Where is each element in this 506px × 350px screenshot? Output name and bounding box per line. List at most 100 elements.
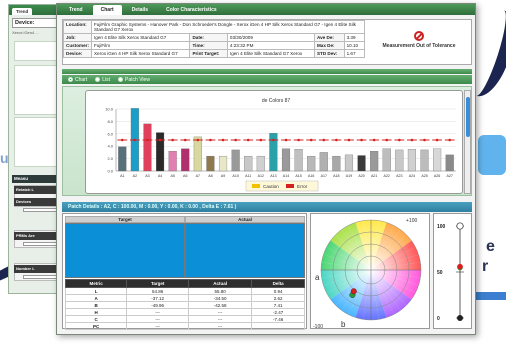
- x-tick-label: A3: [145, 174, 149, 178]
- bar: [433, 148, 442, 172]
- table-cell: -34.50: [188, 294, 253, 302]
- tolerance-marker-dot: [448, 138, 452, 142]
- bar: [168, 151, 177, 172]
- prohibited-icon: [414, 31, 424, 41]
- tab-trend[interactable]: Trend: [61, 5, 91, 15]
- legend-swatch: [252, 184, 260, 188]
- lightness-tick-label: 100: [437, 224, 446, 230]
- table-cell: [251, 322, 305, 330]
- scrollbar-thumb[interactable]: [466, 97, 470, 137]
- ave-de-label: Ave De:: [313, 33, 345, 42]
- tolerance-marker-dot: [246, 138, 250, 142]
- x-tick-label: A21: [371, 174, 377, 178]
- view-label: List: [102, 76, 111, 83]
- tab-trend-back[interactable]: Trend: [12, 8, 33, 15]
- tolerance-marker-dot: [297, 138, 300, 142]
- bar: [294, 149, 303, 172]
- time-value: 4:23:32 PM: [226, 41, 315, 50]
- bar: [281, 148, 291, 172]
- tolerance-marker-dot: [322, 138, 326, 142]
- actual-header: Actual: [185, 216, 305, 223]
- bar: [118, 146, 127, 172]
- x-tick-label: A26: [434, 174, 440, 178]
- view-selector: Chart List Patch View: [62, 75, 472, 84]
- bar: [407, 149, 416, 172]
- lightness-tick-label: 0: [437, 316, 440, 322]
- lightness-scale: 100 50 0: [437, 222, 464, 322]
- bar: [319, 152, 328, 172]
- radio-icon: [68, 77, 73, 82]
- x-tick-label: A18: [333, 174, 339, 178]
- tolerance-marker-dot: [309, 138, 313, 142]
- column-header: Delta: [251, 279, 305, 288]
- x-tick-label: A20: [358, 174, 364, 178]
- column-header: Actual: [188, 279, 253, 288]
- x-tick-label: A1: [120, 174, 124, 178]
- tolerance-marker-dot: [259, 138, 263, 142]
- bar: [193, 136, 202, 172]
- job-value: Igen 4 Elite Silk Xerox Standard G7: [90, 33, 191, 42]
- bar: [344, 154, 354, 172]
- job-info-panel: Location: FujiFilm Graphic Systems - Han…: [62, 19, 472, 65]
- ab-color-plot: +100 -100 a b: [313, 218, 422, 330]
- separator: [62, 69, 472, 74]
- x-tick-label: A16: [308, 174, 314, 178]
- x-tick-label: A9: [221, 174, 225, 178]
- bar: [332, 155, 341, 172]
- print-target-label: Print Target:: [189, 49, 228, 58]
- date-value: 03/30/2009: [226, 33, 315, 42]
- plus-100-label: +100: [406, 218, 417, 224]
- x-tick-label: A19: [346, 174, 352, 178]
- tolerance-marker-dot: [120, 138, 124, 142]
- view-label: Chart: [75, 76, 88, 83]
- tolerance-marker-dot: [234, 138, 237, 142]
- view-radio-list[interactable]: List: [95, 77, 110, 83]
- x-tick-label: A2: [133, 174, 137, 178]
- chart-scrollbar[interactable]: [464, 90, 471, 194]
- location-value: FujiFilm Graphic Systems - Hanover Park …: [90, 20, 366, 34]
- table-cell: ---: [126, 315, 190, 323]
- x-tick-label: A17: [321, 174, 327, 178]
- view-radio-chart[interactable]: Chart: [68, 77, 87, 83]
- table-cell: ---: [188, 308, 253, 316]
- patch-panel: Target Actual Metric Target Actual Delta…: [62, 213, 307, 330]
- tolerance-marker-dot: [183, 138, 187, 142]
- view-radio-patch[interactable]: Patch View: [118, 77, 150, 83]
- ave-de-value: 3.39: [343, 33, 366, 42]
- table-cell: L: [64, 287, 128, 295]
- device-label: Device:: [63, 49, 92, 58]
- y-tick-label: 8.0: [107, 119, 113, 124]
- x-tick-label: A14: [283, 174, 289, 178]
- tab-bar: Trend Chart Details Color Characteristic…: [57, 4, 475, 15]
- target-header: Target: [65, 216, 185, 223]
- bar: [244, 155, 253, 172]
- background-text: r: [482, 258, 489, 275]
- bar: [206, 155, 215, 172]
- tab-chart[interactable]: Chart: [92, 5, 122, 15]
- legend-label: Error: [297, 184, 308, 189]
- tab-color-characteristics[interactable]: Color Characteristics: [158, 5, 225, 15]
- tolerance-marker-dot: [435, 138, 439, 142]
- table-row: PC --- ---: [64, 322, 305, 330]
- bar: [256, 155, 265, 172]
- tolerance-marker-dot: [196, 138, 200, 142]
- legend-swatch: [286, 184, 294, 188]
- background-text: e: [486, 238, 495, 255]
- tab-details[interactable]: Details: [124, 5, 156, 15]
- table-cell: 2.62: [251, 294, 305, 302]
- x-tick-label: A8: [208, 174, 212, 178]
- legend-label: Caution: [263, 184, 279, 189]
- tolerance-marker-dot: [171, 138, 174, 142]
- a-axis-label: a: [315, 273, 320, 282]
- bar: [231, 149, 240, 172]
- bar: [156, 132, 165, 172]
- table-cell: -7.46: [251, 315, 305, 323]
- tolerance-marker-dot: [385, 138, 389, 142]
- table-cell: 54.86: [126, 287, 190, 295]
- max-de-label: Max De:: [313, 41, 345, 50]
- tolerance-marker-dot: [209, 138, 212, 142]
- black-point: [457, 315, 463, 321]
- table-row: C --- --- -7.46: [64, 315, 305, 323]
- tolerance-marker-dot: [221, 138, 225, 142]
- tolerance-marker-dot: [410, 138, 414, 142]
